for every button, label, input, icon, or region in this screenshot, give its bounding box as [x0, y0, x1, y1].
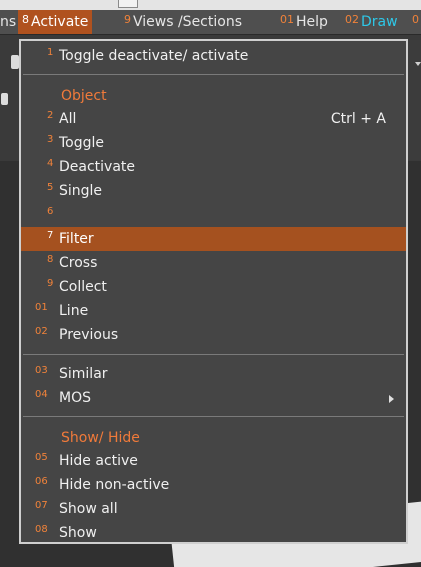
activate-dropdown-menu: 1 Toggle deactivate/ activate Object 2 A… — [19, 39, 408, 544]
title-strip — [0, 0, 421, 10]
item-label: MOS — [59, 390, 91, 406]
item-label: Show — [59, 525, 97, 541]
menu-item-show-all[interactable]: 07 Show all — [21, 497, 406, 521]
menu-label: Views /Sections — [133, 14, 242, 30]
menu-item-similar[interactable]: 03 Similar — [21, 362, 406, 386]
menu-label: Draw — [361, 14, 398, 30]
item-label: Filter — [59, 231, 94, 247]
menu-item-6[interactable]: 6 — [21, 203, 406, 227]
menu-item-ns[interactable]: ns — [0, 10, 16, 34]
menu-item-single[interactable]: 5 Single — [21, 179, 406, 203]
toolbar-right-panel — [406, 40, 421, 160]
menu-item-show[interactable]: 08 Show — [21, 521, 406, 545]
menu-label: ns — [0, 14, 17, 30]
menu-item-overflow[interactable]: 0 — [412, 10, 421, 34]
menu-number: 8 — [22, 13, 29, 26]
item-number: 6 — [47, 206, 54, 217]
menu-item-collect[interactable]: 9 Collect — [21, 275, 406, 299]
item-label: Toggle deactivate/ activate — [59, 48, 249, 64]
item-label: All — [59, 111, 77, 127]
menu-item-deactivate[interactable]: 4 Deactivate — [21, 155, 406, 179]
item-number: 8 — [47, 254, 54, 265]
item-label: Show all — [59, 501, 118, 517]
item-number: 08 — [35, 524, 48, 535]
menu-item-help[interactable]: 01 Help — [280, 10, 328, 34]
menu-item-previous[interactable]: 02 Previous — [21, 323, 406, 347]
item-label: Hide active — [59, 453, 138, 469]
separator — [23, 354, 404, 355]
item-number: 2 — [47, 110, 54, 121]
menu-item-toggle-deactivate-activate[interactable]: 1 Toggle deactivate/ activate — [21, 44, 406, 68]
item-shortcut: Ctrl + A — [330, 111, 386, 127]
item-label: Single — [59, 183, 103, 199]
menu-item-hide-non-active[interactable]: 06 Hide non-active — [21, 473, 406, 497]
item-label: Collect — [59, 279, 107, 295]
separator — [23, 416, 404, 417]
menu-label: Activate — [31, 14, 89, 30]
item-number: 05 — [35, 452, 48, 463]
menu-number: 0 — [412, 13, 419, 26]
menu-item-mos[interactable]: 04 MOS — [21, 386, 406, 410]
menu-item-toggle[interactable]: 3 Toggle — [21, 131, 406, 155]
menu-item-line[interactable]: 01 Line — [21, 299, 406, 323]
item-number: 03 — [35, 365, 48, 376]
item-label: Hide non-active — [59, 477, 170, 493]
item-number: 4 — [47, 158, 54, 169]
item-number: 7 — [47, 230, 54, 241]
app-window: ns 8 Activate 9 Views /Sections 01 Help 02 D… — [0, 0, 421, 567]
menu-item-activate[interactable]: 8 Activate — [18, 10, 93, 34]
separator — [23, 74, 404, 75]
item-number: 3 — [47, 134, 54, 145]
menu-bar: ns 8 Activate 9 Views /Sections 01 Help 02 D… — [0, 10, 421, 35]
chevron-down-icon[interactable] — [415, 62, 421, 66]
submenu-arrow-icon — [389, 395, 394, 403]
menu-number: 01 — [280, 13, 294, 26]
menu-item-views-sections[interactable]: 9 Views /Sections — [124, 10, 242, 34]
menu-number: 9 — [124, 13, 131, 26]
item-label: Deactivate — [59, 159, 136, 175]
item-number: 1 — [47, 47, 54, 58]
item-number: 02 — [35, 326, 48, 337]
item-number: 07 — [35, 500, 48, 511]
item-number: 9 — [47, 278, 54, 289]
item-label: Cross — [59, 255, 98, 271]
item-number: 5 — [47, 182, 54, 193]
toolbar-icon[interactable] — [1, 93, 8, 105]
section-header-object: Object — [61, 88, 107, 104]
menu-item-draw[interactable]: 02 Draw — [345, 10, 398, 34]
item-label: Line — [59, 303, 89, 319]
window-tab[interactable] — [118, 0, 138, 8]
item-number: 04 — [35, 389, 48, 400]
menu-label: Help — [296, 14, 328, 30]
item-number: 06 — [35, 476, 48, 487]
item-label: Similar — [59, 366, 108, 382]
menu-item-hide-active[interactable]: 05 Hide active — [21, 449, 406, 473]
item-number: 01 — [35, 302, 48, 313]
item-label: Toggle — [59, 135, 105, 151]
menu-item-filter[interactable]: 7 Filter — [21, 227, 406, 251]
item-label: Previous — [59, 327, 119, 343]
section-header-show-hide: Show/ Hide — [61, 430, 140, 446]
toolbar-icon[interactable] — [11, 55, 19, 69]
menu-number: 02 — [345, 13, 359, 26]
menu-item-all[interactable]: 2 All Ctrl + A — [21, 107, 406, 131]
menu-item-cross[interactable]: 8 Cross — [21, 251, 406, 275]
